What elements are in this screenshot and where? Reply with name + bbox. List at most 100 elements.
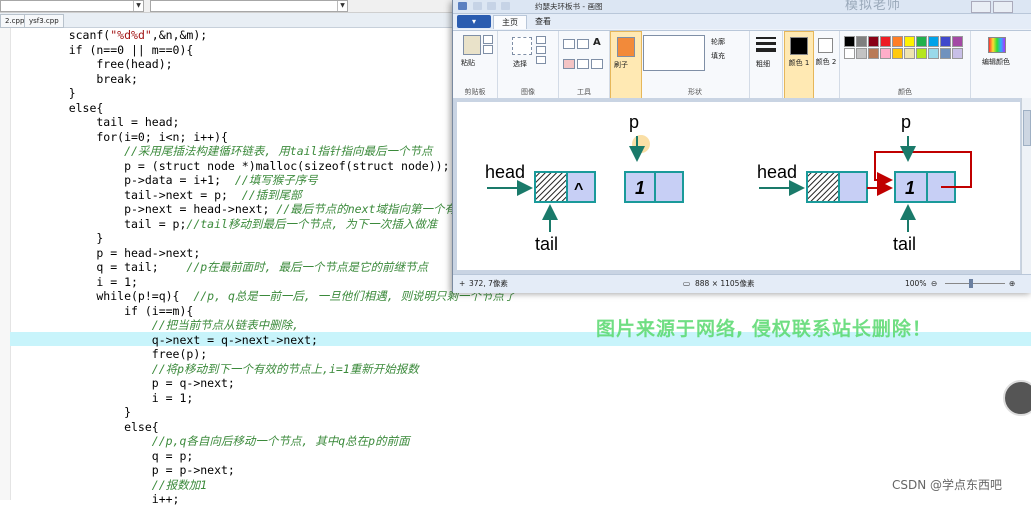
image-size: 888 × 1105像素 xyxy=(695,279,755,288)
eraser-icon[interactable] xyxy=(563,59,575,69)
undo-icon[interactable] xyxy=(487,2,496,10)
fill-dropdown[interactable]: 填充 xyxy=(711,51,725,61)
code-text: else{ xyxy=(41,419,159,434)
palette-swatch[interactable] xyxy=(940,48,951,59)
image-size-icon: ▭ xyxy=(683,279,691,288)
edit-colors-button[interactable]: 编辑颜色 xyxy=(971,31,1021,98)
palette-swatch[interactable] xyxy=(880,48,891,59)
color1-button[interactable]: 颜色 1 xyxy=(784,31,814,100)
code-line[interactable]: //p,q各自向后移动一个节点, 其中q总在p的前面 xyxy=(41,434,1031,449)
code-text: i = 1; xyxy=(41,274,138,289)
magnifier-icon[interactable] xyxy=(591,59,603,69)
color-picker-icon[interactable] xyxy=(577,59,589,69)
code-line[interactable]: //报数加1 xyxy=(41,478,1031,493)
scroll-thumb[interactable] xyxy=(1023,110,1031,146)
palette-swatch[interactable] xyxy=(868,48,879,59)
size-label: 粗细 xyxy=(756,60,770,68)
function-dropdown[interactable]: ▼ xyxy=(150,0,348,12)
palette-swatch[interactable] xyxy=(856,48,867,59)
floating-action-button[interactable] xyxy=(1003,380,1031,416)
zoom-slider[interactable] xyxy=(945,283,1005,284)
file-menu-button[interactable]: ▾ xyxy=(457,15,491,28)
code-text: scanf( xyxy=(41,28,111,42)
palette-swatch[interactable] xyxy=(904,48,915,59)
minimize-button[interactable] xyxy=(971,1,991,13)
code-line[interactable]: else{ xyxy=(41,420,1031,435)
head-node-data-right xyxy=(806,171,840,203)
tail-label-right: tail xyxy=(893,234,916,254)
size-button[interactable]: 粗细 xyxy=(750,31,783,98)
color2-label: 颜色 2 xyxy=(815,58,837,66)
code-comment: //采用尾插法构建循环链表, 用tail指针指向最后一个节点 xyxy=(41,144,433,158)
maximize-button[interactable] xyxy=(993,1,1013,13)
color2-button[interactable]: 颜色 2 xyxy=(813,31,840,98)
code-line[interactable]: } xyxy=(41,405,1031,420)
fill-bucket-icon[interactable] xyxy=(577,39,589,49)
outline-dropdown[interactable]: 轮廓 xyxy=(711,37,725,47)
code-line[interactable]: p = q->next; xyxy=(41,376,1031,391)
code-line[interactable]: i++; xyxy=(41,492,1031,507)
palette-swatch[interactable] xyxy=(892,36,903,47)
pencil-icon[interactable] xyxy=(563,39,575,49)
code-line[interactable]: free(p); xyxy=(41,347,1031,362)
code-line[interactable]: //将p移动到下一个有效的节点上,i=1重新开始报数 xyxy=(41,362,1031,377)
palette-swatch[interactable] xyxy=(880,36,891,47)
rotate-icon[interactable] xyxy=(536,56,546,64)
palette-swatch[interactable] xyxy=(868,36,879,47)
resize-icon[interactable] xyxy=(536,46,546,54)
code-line[interactable]: p = p->next; xyxy=(41,463,1031,478)
zoom-out-button[interactable]: ⊖ xyxy=(931,275,937,293)
canvas-area: head ^ tail p 1 head 1 p tail xyxy=(453,98,1031,274)
code-text: p = head->next; xyxy=(41,245,201,260)
paint-ribbon: 粘贴 剪贴板 选择 图像 A 工具 刷子 轮廓 填充 形状 粗细 颜色 1 颜色… xyxy=(453,30,1031,100)
code-line[interactable]: q = p; xyxy=(41,449,1031,464)
code-text: q = p; xyxy=(41,448,194,463)
palette-swatch[interactable] xyxy=(916,36,927,47)
save-icon[interactable] xyxy=(473,2,482,10)
shapes-gallery[interactable] xyxy=(643,35,705,71)
shapes-group-label: 形状 xyxy=(688,88,702,96)
node1-value: 1 xyxy=(905,178,915,198)
scope-dropdown[interactable]: ▼ xyxy=(0,0,144,12)
zoom-in-button[interactable]: ⊕ xyxy=(1009,275,1015,293)
p-label-right: p xyxy=(901,112,911,132)
palette-swatch[interactable] xyxy=(952,48,963,59)
code-text: } xyxy=(41,231,104,245)
paint-window-title: 约瑟夫环板书 - 画图 xyxy=(535,2,603,11)
tab-ysf3-cpp[interactable]: ysf3.cpp xyxy=(24,14,64,28)
code-line[interactable]: if (i==m){ xyxy=(41,304,1031,319)
tab-view[interactable]: 查看 xyxy=(527,15,559,28)
code-comment: //p在最前面时, 最后一个节点是它的前继节点 xyxy=(186,260,429,274)
canvas-vertical-scrollbar[interactable] xyxy=(1021,98,1031,274)
palette-swatch[interactable] xyxy=(928,48,939,59)
color2-swatch xyxy=(818,38,833,53)
zoom-slider-thumb[interactable] xyxy=(969,279,973,288)
paint-app-icon[interactable] xyxy=(458,2,467,10)
brand-watermark: 模拟老师 xyxy=(845,0,902,13)
palette-swatch[interactable] xyxy=(904,36,915,47)
code-text: } xyxy=(41,86,76,100)
redo-icon[interactable] xyxy=(501,2,510,10)
code-text: q = tail; xyxy=(41,260,187,274)
tab-home[interactable]: 主页 xyxy=(493,15,527,29)
palette-swatch[interactable] xyxy=(940,36,951,47)
drawing-canvas[interactable]: head ^ tail p 1 head 1 p tail xyxy=(457,102,1020,270)
crop-icon[interactable] xyxy=(536,36,546,44)
palette-swatch[interactable] xyxy=(916,48,927,59)
code-line[interactable]: i = 1; xyxy=(41,391,1031,406)
select-icon[interactable] xyxy=(512,37,532,55)
palette-swatch[interactable] xyxy=(844,48,855,59)
paint-window: 约瑟夫环板书 - 画图 模拟老师 ▾ 主页 查看 粘贴 剪贴板 选择 图像 A xyxy=(452,0,1031,293)
cut-icon[interactable] xyxy=(483,35,493,44)
paste-icon[interactable] xyxy=(463,35,481,55)
palette-swatch[interactable] xyxy=(928,36,939,47)
palette-swatch[interactable] xyxy=(952,36,963,47)
palette-swatch[interactable] xyxy=(856,36,867,47)
palette-swatch[interactable] xyxy=(892,48,903,59)
copy-icon[interactable] xyxy=(483,45,493,54)
code-text: } xyxy=(41,405,132,419)
palette-swatch[interactable] xyxy=(844,36,855,47)
text-tool-icon[interactable]: A xyxy=(593,37,601,48)
brush-button[interactable]: 刷子 xyxy=(610,31,642,100)
brush-label: 刷子 xyxy=(614,61,628,69)
